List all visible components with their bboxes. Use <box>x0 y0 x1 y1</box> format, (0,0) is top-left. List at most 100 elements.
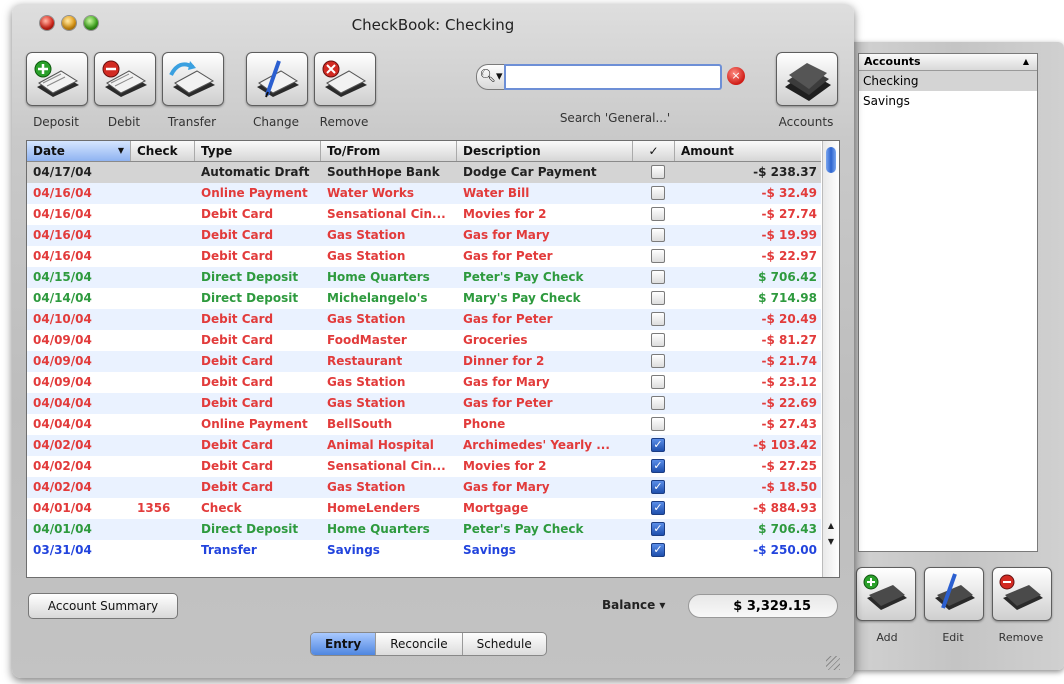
cell-type: Debit Card <box>201 396 274 410</box>
checkbook-minus-icon <box>999 574 1043 610</box>
cell-amount: -$ 22.97 <box>761 249 817 263</box>
cleared-checkbox[interactable] <box>651 165 665 179</box>
cell-desc: Gas for Mary <box>463 480 550 494</box>
cleared-checkbox[interactable] <box>651 354 665 368</box>
cleared-checkbox[interactable] <box>651 312 665 326</box>
cleared-checkbox[interactable] <box>651 270 665 284</box>
account-item-checking[interactable]: Checking <box>859 71 1037 91</box>
cell-check <box>137 519 193 540</box>
remove-account-label: Remove <box>998 631 1044 644</box>
edit-account-button[interactable] <box>924 567 984 621</box>
resize-grip-icon[interactable] <box>826 656 840 670</box>
cell-date: 04/09/04 <box>33 354 92 368</box>
column-type[interactable]: Type <box>195 141 321 161</box>
table-row[interactable]: 04/02/04 Debit Card Gas Station Gas for Mar… <box>27 477 821 498</box>
cell-date: 04/16/04 <box>33 186 92 200</box>
vertical-scrollbar[interactable]: ▲ ▼ <box>822 141 839 577</box>
cleared-checkbox[interactable]: ✓ <box>651 522 665 536</box>
cell-amount: -$ 27.74 <box>761 207 817 221</box>
cleared-checkbox[interactable] <box>651 417 665 431</box>
cleared-checkbox[interactable] <box>651 333 665 347</box>
cell-date: 04/01/04 <box>33 501 92 515</box>
cell-desc: Gas for Mary <box>463 375 550 389</box>
cell-date: 04/02/04 <box>33 480 92 494</box>
cleared-checkbox[interactable]: ✓ <box>651 543 665 557</box>
tab-reconcile[interactable]: Reconcile <box>376 633 463 655</box>
cleared-checkbox[interactable] <box>651 249 665 263</box>
search-icon[interactable]: 🔍︎▾ <box>476 64 505 90</box>
cell-check <box>137 288 193 309</box>
account-summary-button[interactable]: Account Summary <box>28 593 178 619</box>
accounts-button[interactable] <box>776 52 838 106</box>
scroll-thumb[interactable] <box>826 147 836 173</box>
cleared-checkbox[interactable] <box>651 396 665 410</box>
table-row[interactable]: 04/09/04 Debit Card Restaurant Dinner for 2… <box>27 351 821 372</box>
table-row[interactable]: 04/09/04 Debit Card Gas Station Gas for Mar… <box>27 372 821 393</box>
cell-amount: -$ 21.74 <box>761 354 817 368</box>
table-row[interactable]: 04/09/04 Debit Card FoodMaster Groceries -$ … <box>27 330 821 351</box>
table-row[interactable]: 04/02/04 Debit Card Sensational Cin... Movi… <box>27 456 821 477</box>
table-row[interactable]: 04/01/04 Direct Deposit Home Quarters Peter… <box>27 519 821 540</box>
table-row[interactable]: 04/16/04 Debit Card Sensational Cin... Movi… <box>27 204 821 225</box>
scroll-up-icon[interactable]: ▲ <box>825 519 837 533</box>
clear-search-icon[interactable]: × <box>727 67 745 85</box>
table-row[interactable]: 04/04/04 Online Payment BellSouth Phone -$ 2… <box>27 414 821 435</box>
cleared-checkbox[interactable]: ✓ <box>651 459 665 473</box>
remove-button[interactable] <box>314 52 376 106</box>
cell-amount: -$ 23.12 <box>761 375 817 389</box>
column-check[interactable]: Check <box>131 141 195 161</box>
column-cleared[interactable]: ✓ <box>633 141 675 161</box>
cell-check <box>137 456 193 477</box>
search-input[interactable] <box>504 64 722 90</box>
cleared-checkbox[interactable] <box>651 291 665 305</box>
remove-account-button[interactable] <box>992 567 1052 621</box>
cleared-checkbox[interactable]: ✓ <box>651 501 665 515</box>
table-row[interactable]: 04/01/04 1356 Check HomeLenders Mortgage ✓ -$ … <box>27 498 821 519</box>
table-row[interactable]: 04/02/04 Debit Card Animal Hospital Archime… <box>27 435 821 456</box>
cleared-checkbox[interactable] <box>651 207 665 221</box>
column-date[interactable]: Date ▼ <box>27 141 131 161</box>
table-row[interactable]: 04/17/04 Automatic Draft SouthHope Bank Dod… <box>27 162 821 183</box>
cell-tofrom: Gas Station <box>327 312 406 326</box>
cleared-checkbox[interactable] <box>651 375 665 389</box>
cell-amount: -$ 19.99 <box>761 228 817 242</box>
table-row[interactable]: 04/15/04 Direct Deposit Home Quarters Peter… <box>27 267 821 288</box>
transfer-button[interactable] <box>162 52 224 106</box>
cell-type: Debit Card <box>201 228 274 242</box>
table-row[interactable]: 03/31/04 Transfer Savings Savings ✓ -$ 250.00 <box>27 540 821 561</box>
cleared-checkbox[interactable]: ✓ <box>651 480 665 494</box>
table-row[interactable]: 04/16/04 Online Payment Water Works Water B… <box>27 183 821 204</box>
column-description[interactable]: Description <box>457 141 633 161</box>
checkbook-plus-icon <box>34 60 79 97</box>
debit-button[interactable] <box>94 52 156 106</box>
cleared-checkbox[interactable] <box>651 228 665 242</box>
cell-tofrom: Home Quarters <box>327 270 430 284</box>
sort-ascending-icon: ▲ <box>1022 57 1029 66</box>
add-account-button[interactable] <box>856 567 916 621</box>
deposit-button[interactable] <box>26 52 88 106</box>
search-scope-label: Search 'General...' <box>559 111 671 125</box>
balance-menu[interactable]: Balance ▾ <box>602 598 665 612</box>
cell-type: Debit Card <box>201 459 274 473</box>
table-row[interactable]: 04/04/04 Debit Card Gas Station Gas for Pet… <box>27 393 821 414</box>
column-amount[interactable]: Amount <box>675 141 821 161</box>
column-to-from[interactable]: To/From <box>321 141 457 161</box>
cell-tofrom: SouthHope Bank <box>327 165 440 179</box>
accounts-list-header[interactable]: Accounts ▲ <box>859 54 1037 71</box>
table-row[interactable]: 04/10/04 Debit Card Gas Station Gas for Pet… <box>27 309 821 330</box>
table-row[interactable]: 04/16/04 Debit Card Gas Station Gas for Pet… <box>27 246 821 267</box>
table-row[interactable]: 04/16/04 Debit Card Gas Station Gas for Mar… <box>27 225 821 246</box>
cell-amount: -$ 27.43 <box>761 417 817 431</box>
tab-schedule[interactable]: Schedule <box>463 633 546 655</box>
change-button[interactable] <box>246 52 308 106</box>
table-row[interactable]: 04/14/04 Direct Deposit Michelangelo's Mary… <box>27 288 821 309</box>
cell-type: Online Payment <box>201 417 308 431</box>
scroll-down-icon[interactable]: ▼ <box>825 535 837 549</box>
cleared-checkbox[interactable]: ✓ <box>651 438 665 452</box>
cell-tofrom: Restaurant <box>327 354 403 368</box>
cell-check <box>137 246 193 267</box>
account-item-savings[interactable]: Savings <box>859 91 1037 111</box>
cleared-checkbox[interactable] <box>651 186 665 200</box>
tab-entry[interactable]: Entry <box>311 633 377 655</box>
cell-date: 04/02/04 <box>33 438 92 452</box>
